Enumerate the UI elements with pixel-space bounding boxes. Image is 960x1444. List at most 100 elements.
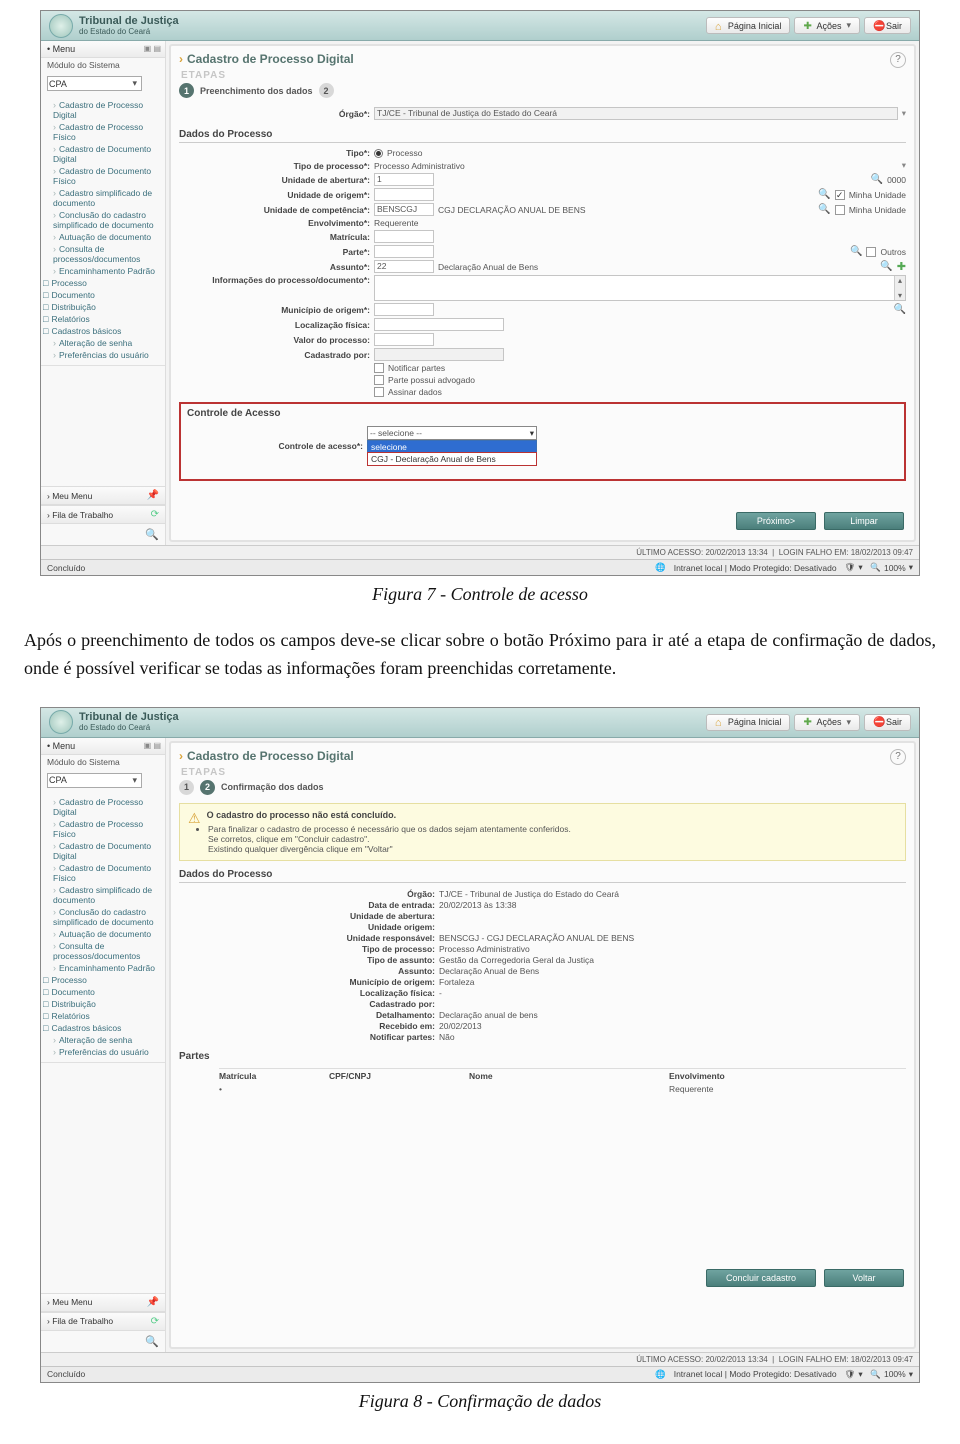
actions-button[interactable]: Ações [794,17,860,34]
sidebar-item-cad-simpl[interactable]: Cadastro simplificado de documento [51,884,165,906]
sidebar-item-encaminhamento[interactable]: Encaminhamento Padrão [51,265,165,277]
sidebar-item-alt-senha[interactable]: Alteração de senha [51,337,165,349]
k-tipo-assunto: Tipo de assunto: [299,955,439,965]
collapse-icon[interactable]: ▣ ▤ [144,741,161,750]
concluir-button[interactable]: Concluir cadastro [706,1269,816,1287]
valor-processo-field[interactable] [374,333,434,346]
matricula-field[interactable] [374,230,434,243]
v-tipo-assunto: Gestão da Corregedoria Geral da Justiça [439,955,594,965]
label-un-origem: Unidade de origem*: [179,190,374,200]
info-processo-textarea[interactable]: ▴▾ [374,275,906,301]
step-1[interactable]: 1 [179,780,194,795]
sidebar-item-cad-doc-fisico[interactable]: Cadastro de Documento Físico [51,862,165,884]
sidebar-item-processo[interactable]: Processo [43,974,165,986]
checkbox-notificar[interactable] [374,363,384,373]
refresh-icon[interactable]: ⟳ [151,509,159,520]
sidebar-item-documento[interactable]: Documento [43,289,165,301]
orgao-field[interactable]: TJ/CE - Tribunal de Justiça do Estado do… [374,107,898,120]
refresh-icon[interactable]: ⟳ [151,1316,159,1327]
assunto-num-field[interactable]: 22 [374,260,434,273]
sidebar-fila-trabalho[interactable]: › Fila de Trabalho⟳ [41,505,165,524]
sidebar-item-encaminhamento[interactable]: Encaminhamento Padrão [51,962,165,974]
limpar-button[interactable]: Limpar [824,512,904,530]
sidebar-item-pref-usuario[interactable]: Preferências do usuário [51,349,165,361]
search-icon[interactable]: 🔍 [850,246,862,257]
help-button[interactable]: ? [890,749,906,765]
checkbox-advogado[interactable] [374,375,384,385]
exit-button[interactable]: Sair [864,714,911,731]
sidebar-item-cad-proc-fisico[interactable]: Cadastro de Processo Físico [51,818,165,840]
parte-field[interactable] [374,245,434,258]
add-icon[interactable]: ✚ [897,260,906,273]
un-abertura-field[interactable]: 1 [374,173,434,186]
sidebar-item-consulta[interactable]: Consulta de processos/documentos [51,940,165,962]
un-competencia-field[interactable]: BENSCGJ [374,203,434,216]
sidebar-item-cad-simpl[interactable]: Cadastro simplificado de documento [51,187,165,209]
voltar-button[interactable]: Voltar [824,1269,904,1287]
checkbox-assinar[interactable] [374,387,384,397]
sidebar-item-documento[interactable]: Documento [43,986,165,998]
actions-button[interactable]: Ações [794,714,860,731]
search-icon[interactable]: 🔍 [871,174,883,185]
home-button[interactable]: Página Inicial [706,17,791,34]
sidebar-item-pref-usuario[interactable]: Preferências do usuário [51,1046,165,1058]
sidebar-item-conclusao-cad[interactable]: Conclusão do cadastro simplificado de do… [51,906,165,928]
search-icon[interactable]: 🔍 [145,528,159,541]
label-un-abertura: Unidade de abertura*: [179,175,374,185]
checkbox-minha-unidade[interactable] [835,190,845,200]
sidebar-item-autuacao[interactable]: Autuação de documento [51,928,165,940]
sidebar-item-autuacao[interactable]: Autuação de documento [51,231,165,243]
municipio-field[interactable] [374,303,434,316]
search-icon[interactable]: 🔍 [880,261,892,272]
loc-fisica-field[interactable] [374,318,504,331]
sidebar-item-cad-proc-digital[interactable]: Cadastro de Processo Digital [51,796,165,818]
search-icon[interactable]: 🔍 [818,204,830,215]
sidebar-item-alt-senha[interactable]: Alteração de senha [51,1034,165,1046]
sidebar-item-relatorios[interactable]: Relatórios [43,1010,165,1022]
module-select[interactable]: CPA [47,773,142,788]
sidebar-item-cadastros[interactable]: Cadastros básicos [43,1022,165,1034]
sidebar-meu-menu[interactable]: › Meu Menu📌 [41,1293,165,1312]
sidebar-item-cadastros[interactable]: Cadastros básicos [43,325,165,337]
section-dados-processo: Dados do Processo [179,129,906,143]
pin-icon: 📌 [147,1297,159,1308]
sidebar-item-relatorios[interactable]: Relatórios [43,313,165,325]
search-icon[interactable]: 🔍 [818,189,830,200]
sidebar-item-distribuicao[interactable]: Distribuição [43,998,165,1010]
actions-button-label: Ações [816,717,841,727]
label-envolvimento: Envolvimento*: [179,218,374,228]
radio-processo-label: Processo [387,148,422,158]
step-2: 2 [200,780,215,795]
controle-acesso-select[interactable]: -- selecione -- [367,426,537,440]
sidebar-item-consulta[interactable]: Consulta de processos/documentos [51,243,165,265]
sidebar-fila-trabalho[interactable]: › Fila de Trabalho⟳ [41,1312,165,1331]
sidebar-item-conclusao-cad[interactable]: Conclusão do cadastro simplificado de do… [51,209,165,231]
sidebar-meu-menu[interactable]: › Meu Menu📌 [41,486,165,505]
radio-processo[interactable] [374,149,383,158]
collapse-icon[interactable]: ▣ ▤ [144,44,161,53]
module-select[interactable]: CPA [47,76,142,91]
home-button[interactable]: Página Inicial [706,714,791,731]
un-origem-field[interactable] [374,188,434,201]
sidebar-item-cad-doc-fisico[interactable]: Cadastro de Documento Físico [51,165,165,187]
search-icon[interactable]: 🔍 [894,304,906,315]
sidebar-item-distribuicao[interactable]: Distribuição [43,301,165,313]
sidebar-header-menu[interactable]: • Menu▣ ▤ [41,41,165,58]
status-concluido: Concluído [47,1369,85,1379]
help-button[interactable]: ? [890,52,906,68]
sidebar-item-cad-proc-fisico[interactable]: Cadastro de Processo Físico [51,121,165,143]
exit-button-label: Sair [886,717,902,727]
dd-option-cgj-decl[interactable]: CGJ - Declaração Anual de Bens [367,452,537,466]
checkbox-minha-unidade-2[interactable] [835,205,845,215]
exit-button[interactable]: Sair [864,17,911,34]
checkbox-outros[interactable] [866,247,876,257]
search-icon[interactable]: 🔍 [145,1335,159,1348]
sidebar-header-menu[interactable]: • Menu▣ ▤ [41,738,165,755]
sidebar-item-cad-doc-digital[interactable]: Cadastro de Documento Digital [51,143,165,165]
step-2[interactable]: 2 [319,83,334,98]
sidebar-item-cad-proc-digital[interactable]: Cadastro de Processo Digital [51,99,165,121]
proximo-button[interactable]: Próximo> [736,512,816,530]
sidebar-item-processo[interactable]: Processo [43,277,165,289]
sidebar-item-cad-doc-digital[interactable]: Cadastro de Documento Digital [51,840,165,862]
label-orgao: Órgão*: [179,109,374,119]
